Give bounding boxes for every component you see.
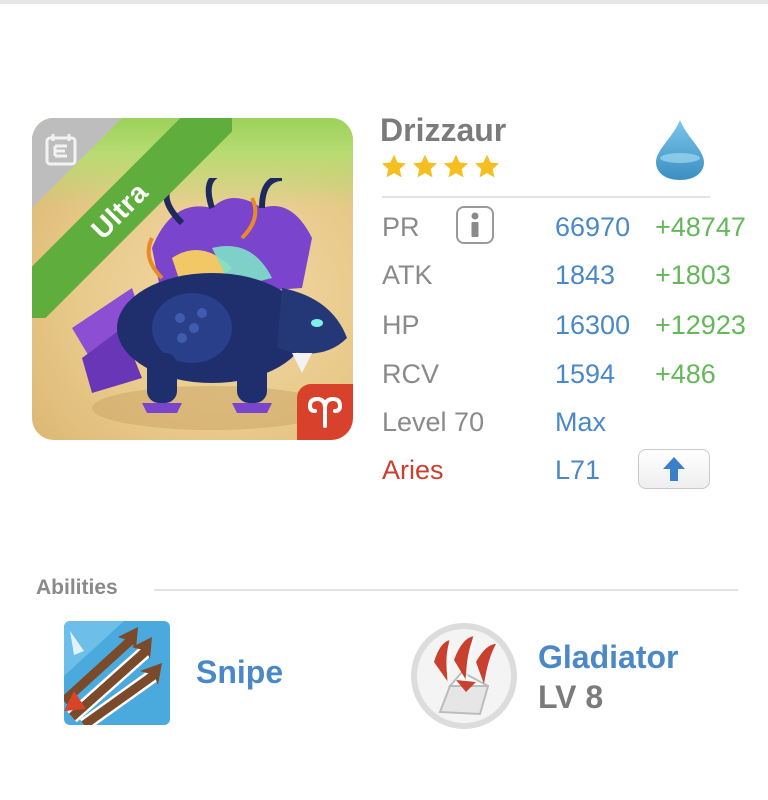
hp-value: 16300	[555, 310, 631, 340]
level-value: Max	[555, 407, 607, 437]
snipe-icon-art	[64, 621, 170, 725]
top-border	[0, 0, 768, 4]
atk-label: ATK	[382, 260, 433, 290]
sign-upgrade-button[interactable]	[638, 449, 710, 489]
arrow-up-icon	[663, 457, 685, 481]
star-icon	[443, 154, 469, 178]
gladiator-icon-art	[411, 623, 517, 729]
water-drop-icon	[656, 120, 704, 180]
monster-portrait[interactable]: Ultra	[32, 118, 353, 440]
sign-label: Aries	[382, 455, 444, 485]
rcv-value: 1594	[555, 359, 616, 389]
pr-value: 66970	[555, 212, 631, 242]
hp-label: HP	[382, 310, 420, 340]
ability-gladiator-name[interactable]: Gladiator	[538, 639, 678, 676]
pr-info-button[interactable]	[456, 206, 494, 244]
pr-label: PR	[382, 212, 420, 242]
rcv-bonus: +486	[655, 359, 716, 389]
rarity-ribbon-wrap: Ultra	[32, 118, 232, 318]
level-label: Level 70	[382, 407, 485, 437]
info-icon	[471, 212, 479, 237]
monster-name: Drizzaur	[380, 112, 507, 148]
star-rating	[380, 153, 501, 183]
gladiator-claw-icon[interactable]	[410, 622, 518, 730]
atk-bonus: +1803	[655, 260, 731, 290]
calendar-icon	[45, 134, 77, 166]
sign-level-value: L71	[555, 455, 601, 485]
hp-bonus: +12923	[655, 310, 746, 340]
ability-gladiator-level: LV 8	[538, 679, 604, 715]
aries-symbol-icon	[307, 396, 343, 428]
aries-badge	[297, 384, 353, 440]
star-icon	[381, 154, 407, 178]
pr-bonus: +48747	[655, 212, 746, 242]
star-icon	[474, 154, 500, 178]
atk-value: 1843	[555, 260, 616, 290]
snipe-arrows-icon[interactable]	[64, 621, 170, 725]
star-icon	[412, 154, 438, 178]
rcv-label: RCV	[382, 359, 440, 389]
header-divider	[382, 196, 710, 198]
ability-snipe-name[interactable]: Snipe	[196, 654, 283, 691]
abilities-divider	[154, 589, 738, 591]
abilities-heading: Abilities	[36, 576, 118, 599]
